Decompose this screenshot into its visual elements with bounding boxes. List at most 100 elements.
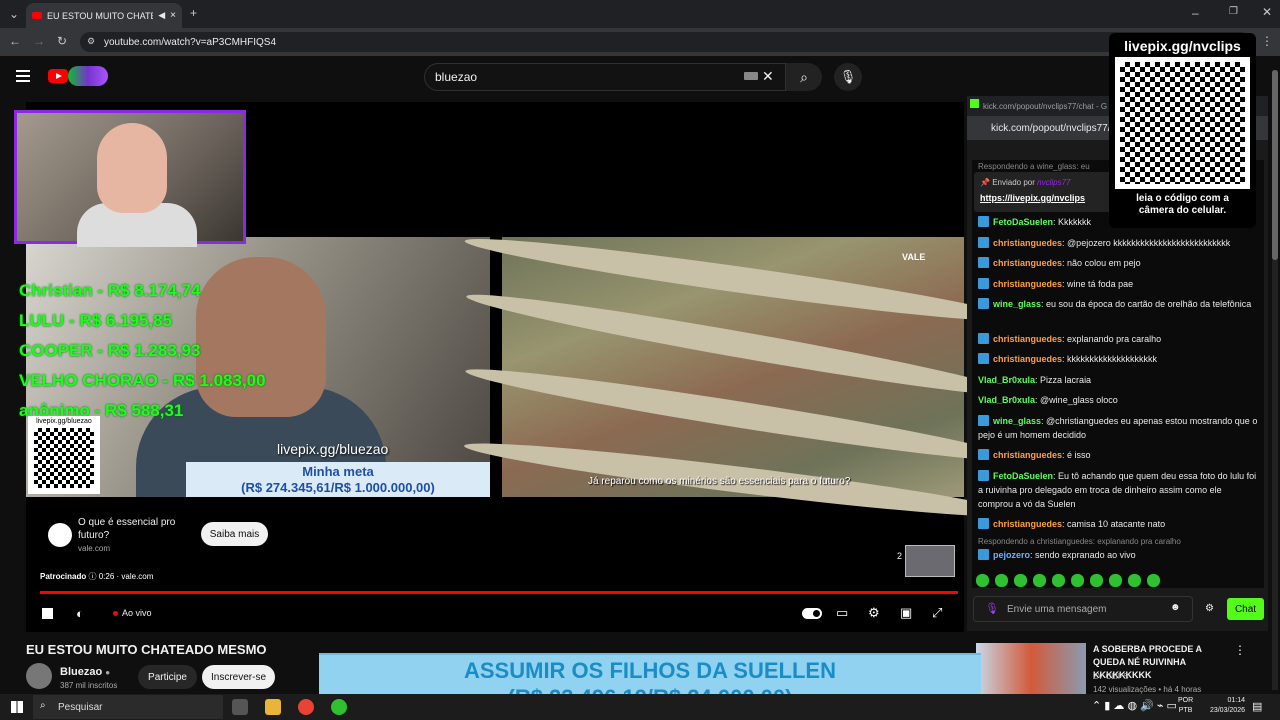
emote-icon[interactable] bbox=[1071, 574, 1084, 587]
ad-title[interactable]: O que é essencial pro futuro? bbox=[78, 516, 198, 542]
emote-icon[interactable] bbox=[1052, 574, 1065, 587]
emoji-icon[interactable]: ☻ bbox=[1170, 602, 1181, 613]
subscriber-badge-icon bbox=[978, 333, 989, 344]
emote-icon[interactable] bbox=[1147, 574, 1160, 587]
live-indicator[interactable]: Ao vivo bbox=[113, 608, 152, 618]
keyboard-icon[interactable] bbox=[744, 72, 758, 80]
emote-icon[interactable] bbox=[1109, 574, 1122, 587]
more-options-icon[interactable]: ⋮ bbox=[1234, 643, 1246, 657]
chat-username[interactable]: christianguedes bbox=[993, 450, 1062, 460]
captions-icon[interactable]: ▭ bbox=[836, 605, 848, 621]
ad-site[interactable]: vale.com bbox=[78, 544, 110, 553]
progress-bar[interactable] bbox=[40, 591, 958, 594]
send-chat-button[interactable]: Chat bbox=[1227, 598, 1264, 620]
chat-message: FetoDaSuelen: Eu tô achando que quem deu… bbox=[978, 470, 1257, 509]
window-close-icon[interactable]: ✕ bbox=[1262, 5, 1272, 19]
chat-text: Kkkkkkk bbox=[1058, 217, 1092, 227]
chat-username[interactable]: Vlad_Br0xula bbox=[978, 375, 1035, 385]
language-indicator[interactable]: POR PTB bbox=[1178, 696, 1193, 716]
browser-tab[interactable]: EU ESTOU MUITO CHATEAD ◀ × bbox=[26, 3, 182, 28]
chat-username[interactable]: Vlad_Br0xula bbox=[978, 395, 1035, 405]
join-button[interactable]: Participe bbox=[138, 665, 197, 689]
search-input[interactable]: bluezao bbox=[424, 63, 786, 91]
chat-username[interactable]: pejozero bbox=[993, 550, 1030, 560]
advertiser-avatar[interactable] bbox=[48, 523, 72, 547]
chat-username[interactable]: christianguedes bbox=[993, 258, 1062, 268]
chat-message: christianguedes: explanando pra caralho bbox=[978, 332, 1258, 346]
channel-name[interactable]: Bluezao ● bbox=[60, 666, 110, 678]
chat-input[interactable]: Envie uma mensagem bbox=[973, 596, 1193, 622]
task-view-icon[interactable] bbox=[232, 699, 248, 715]
taskbar-clock[interactable]: 01:14 23/03/2026 bbox=[1199, 696, 1245, 716]
chat-text: é isso bbox=[1067, 450, 1091, 460]
menu-icon[interactable] bbox=[16, 70, 30, 82]
qr-title: livepix.gg/nvclips bbox=[1124, 38, 1241, 54]
browser-menu-icon[interactable]: ⋮ bbox=[1261, 34, 1273, 48]
next-ad-thumbnail[interactable] bbox=[905, 545, 955, 577]
stop-button[interactable] bbox=[42, 608, 53, 619]
pinned-by-user[interactable]: nvclips77 bbox=[1037, 178, 1070, 187]
chat-username[interactable]: christianguedes bbox=[993, 519, 1062, 529]
fullscreen-icon[interactable]: ⤢ bbox=[932, 605, 942, 621]
qr-caption-2: câmera do celular. bbox=[1138, 205, 1227, 216]
subscribe-button[interactable]: Inscrever-se bbox=[202, 665, 275, 689]
sponsor-line: Patrocinado ⓘ 0:26 · vale.com bbox=[40, 571, 153, 582]
chat-username[interactable]: wine_glass bbox=[993, 299, 1041, 309]
back-icon[interactable]: ← bbox=[9, 34, 21, 48]
chat-username[interactable]: wine_glass bbox=[993, 416, 1041, 426]
emote-icon[interactable] bbox=[1033, 574, 1046, 587]
emote-icon[interactable] bbox=[976, 574, 989, 587]
emote-icon[interactable] bbox=[1014, 574, 1027, 587]
chat-username[interactable]: christianguedes bbox=[993, 279, 1062, 289]
miniplayer-icon[interactable]: ▣ bbox=[900, 605, 912, 621]
system-tray-icons[interactable]: ⌃ ▮ ☁ ◍ 🔊 ⌁ ▭ bbox=[1092, 699, 1177, 712]
search-button[interactable]: ⌕ bbox=[786, 63, 822, 91]
settings-icon[interactable]: ⚙ bbox=[868, 605, 880, 621]
chat-username[interactable]: FetoDaSuelen bbox=[993, 217, 1053, 227]
clear-search-icon[interactable]: ✕ bbox=[762, 68, 774, 85]
notification-icon[interactable]: ▤ bbox=[1252, 700, 1262, 713]
emote-icon[interactable] bbox=[1090, 574, 1103, 587]
chat-username[interactable]: christianguedes bbox=[993, 238, 1062, 248]
tab-list-icon[interactable]: ⌄ bbox=[9, 7, 19, 21]
ad-time: 0:26 bbox=[98, 572, 115, 581]
autoplay-toggle[interactable] bbox=[802, 608, 822, 619]
chat-message: Vlad_Br0xula: @wine_glass oloco bbox=[978, 395, 1118, 405]
emote-icon[interactable] bbox=[1128, 574, 1141, 587]
channel-avatar[interactable] bbox=[26, 663, 52, 689]
scrollbar-thumb[interactable] bbox=[1272, 70, 1278, 260]
recommended-thumbnail[interactable] bbox=[976, 643, 1086, 695]
url-field[interactable]: youtube.com/watch?v=aP3CMHFIQS4 bbox=[80, 32, 1250, 52]
speaker-icon[interactable]: ◀ bbox=[158, 10, 165, 21]
small-qr-label: livepix.gg/bluezao bbox=[36, 418, 92, 425]
windows-start-icon[interactable] bbox=[11, 701, 23, 713]
emote-icon[interactable] bbox=[995, 574, 1008, 587]
app-icon[interactable] bbox=[331, 699, 347, 715]
youtube-logo-icon[interactable] bbox=[48, 69, 68, 83]
tab-close-icon[interactable]: × bbox=[170, 10, 176, 21]
pinned-link[interactable]: https://livepix.gg/nvclips bbox=[980, 193, 1118, 203]
reload-icon[interactable]: ↻ bbox=[57, 34, 67, 48]
pinned-message[interactable]: 📌 Enviado por nvclips77 https://livepix.… bbox=[974, 172, 1124, 212]
forward-icon[interactable]: → bbox=[33, 34, 45, 48]
taskbar-search[interactable]: Pesquisar bbox=[33, 695, 223, 719]
lang-line-1: POR bbox=[1178, 697, 1194, 704]
new-tab-button[interactable]: + bbox=[190, 6, 197, 20]
minimize-icon[interactable]: – bbox=[1192, 6, 1199, 20]
chat-mic-icon[interactable]: 🎙 bbox=[985, 602, 999, 615]
chat-username[interactable]: FetoDaSuelen bbox=[993, 471, 1053, 481]
chat-username[interactable]: christianguedes bbox=[993, 334, 1062, 344]
chat-settings-icon[interactable]: ⚙ bbox=[1205, 603, 1214, 614]
chat-text: wine tá foda pae bbox=[1067, 279, 1134, 289]
maximize-icon[interactable]: ❐ bbox=[1229, 6, 1238, 17]
volume-icon[interactable]: ◐ bbox=[76, 606, 84, 621]
info-icon[interactable]: ⓘ bbox=[88, 572, 98, 581]
sponsor-site[interactable]: vale.com bbox=[121, 572, 153, 581]
recommended-channel[interactable]: ZV CLIPS bbox=[1093, 672, 1129, 681]
voice-search-button[interactable]: 🎙 bbox=[834, 63, 862, 91]
learn-more-button[interactable]: Saiba mais bbox=[201, 522, 268, 546]
file-explorer-icon[interactable] bbox=[265, 699, 281, 715]
site-info-icon[interactable]: ⚙ bbox=[87, 36, 95, 47]
chat-username[interactable]: christianguedes bbox=[993, 354, 1062, 364]
chrome-icon[interactable] bbox=[298, 699, 314, 715]
